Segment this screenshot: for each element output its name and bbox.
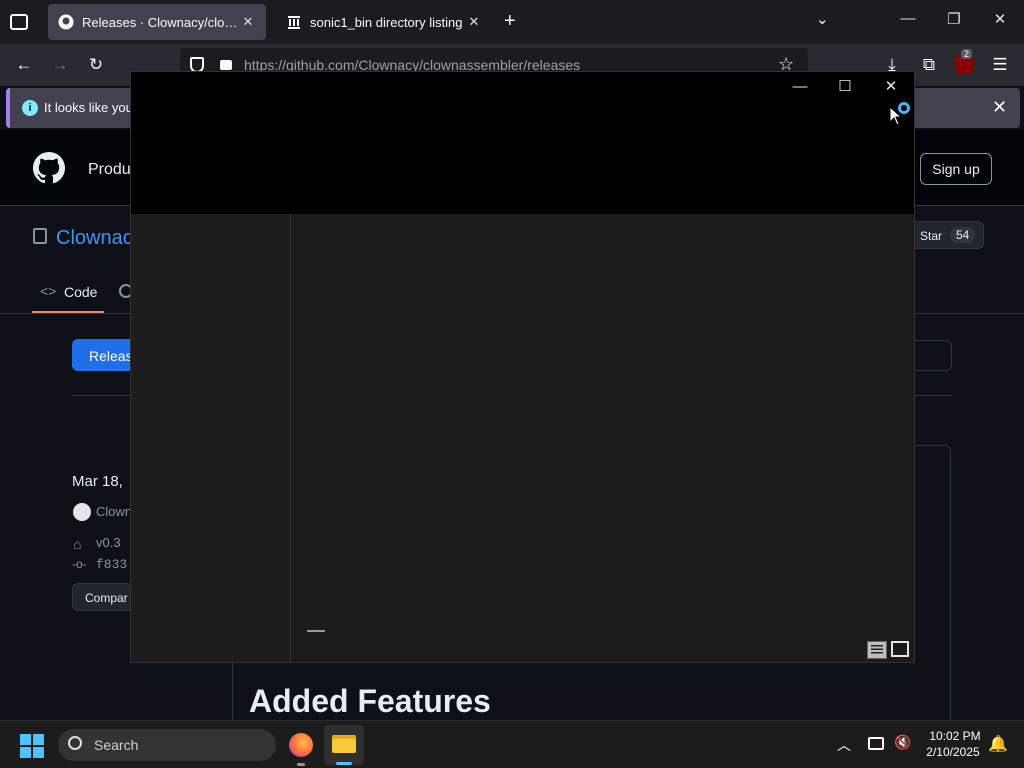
- reload-icon[interactable]: ↻: [84, 54, 108, 76]
- taskbar: Search ︿ 🔇 10:02 PM 2/10/2025 🔔: [0, 720, 1024, 768]
- firefox-running-indicator: [297, 763, 305, 766]
- overlay-scroll-indicator[interactable]: [307, 630, 325, 632]
- file-explorer-icon[interactable]: [324, 725, 364, 765]
- notification-text: It looks like you h: [44, 100, 144, 115]
- release-tag[interactable]: v0.3: [96, 535, 121, 550]
- notification-bell-icon[interactable]: 🔔: [988, 734, 1008, 754]
- overlay-maximize-button[interactable]: ☐: [830, 78, 860, 96]
- star-count: 54: [950, 227, 976, 243]
- star-button[interactable]: Star 54: [905, 221, 984, 249]
- menu-icon[interactable]: ☰: [988, 54, 1012, 76]
- tab-releases-label: Releases · Clownacy/clownassembler: [82, 14, 240, 30]
- preview-view-icon[interactable]: [891, 641, 909, 657]
- code-icon: <>: [40, 283, 57, 299]
- volume-muted-icon[interactable]: 🔇: [894, 734, 911, 751]
- sign-up-button[interactable]: Sign up: [920, 153, 992, 185]
- tray-chevron-up-icon[interactable]: ︿: [837, 735, 851, 755]
- commit-icon: -o-: [72, 557, 87, 571]
- overlay-close-button[interactable]: ✕: [876, 78, 906, 96]
- github-icon: [58, 14, 74, 30]
- repo-icon: [33, 228, 47, 244]
- github-logo-icon[interactable]: [33, 152, 66, 184]
- ublock-extension-icon[interactable]: 2: [955, 49, 973, 73]
- compare-button[interactable]: Compar: [72, 583, 134, 611]
- mouse-cursor-icon: [889, 106, 901, 126]
- tab-directory-label: sonic1_bin directory listing: [310, 14, 463, 30]
- release-date: Mar 18,: [72, 473, 123, 490]
- overlay-minimize-button[interactable]: —: [785, 78, 815, 96]
- maximize-icon[interactable]: ❐: [942, 10, 966, 28]
- forward-icon[interactable]: →: [48, 54, 72, 76]
- tab-directory-listing[interactable]: sonic1_bin directory listing ✕: [276, 4, 492, 40]
- folder-icon: [332, 735, 356, 753]
- browser-tab-bar: Releases · Clownacy/clownassembler ✕ son…: [0, 0, 1024, 44]
- lock-icon[interactable]: [220, 60, 232, 70]
- sign-up-label: Sign up: [932, 161, 980, 177]
- tab-releases[interactable]: Releases · Clownacy/clownassembler ✕: [48, 4, 266, 40]
- close-tab-icon[interactable]: ✕: [466, 14, 482, 30]
- avatar: [73, 503, 91, 521]
- minimize-icon[interactable]: —: [896, 10, 920, 27]
- clock-date[interactable]: 2/10/2025: [918, 745, 988, 759]
- tab-code[interactable]: Code: [64, 284, 97, 300]
- overlay-sidebar: [131, 214, 291, 662]
- repo-name-link[interactable]: Clownac: [56, 227, 133, 250]
- release-commit[interactable]: f833: [96, 557, 127, 572]
- release-author[interactable]: Clown: [96, 504, 132, 519]
- new-tab-icon[interactable]: +: [504, 10, 516, 33]
- star-label: Star: [920, 229, 943, 243]
- archive-icon: [286, 14, 302, 30]
- explorer-active-indicator: [336, 762, 352, 765]
- search-icon: [68, 736, 82, 750]
- close-tab-icon[interactable]: ✕: [240, 14, 256, 30]
- tag-icon: ⌂: [73, 536, 82, 552]
- info-icon: i: [22, 100, 38, 116]
- list-tabs-chevron-icon[interactable]: ⌄: [816, 10, 829, 28]
- start-windows-icon[interactable]: [20, 734, 44, 758]
- release-heading: Added Features: [249, 683, 491, 719]
- extension-badge: 2: [961, 49, 973, 59]
- network-icon[interactable]: [868, 737, 884, 750]
- taskbar-search-box[interactable]: Search: [58, 729, 276, 761]
- back-icon[interactable]: ←: [12, 54, 36, 76]
- compare-label: Compar: [85, 591, 128, 605]
- overlay-main-pane: [291, 214, 914, 662]
- details-view-icon[interactable]: [867, 641, 887, 659]
- taskbar-search-label: Search: [94, 737, 139, 753]
- overlay-window[interactable]: — ☐ ✕: [130, 71, 915, 663]
- clock-time[interactable]: 10:02 PM: [920, 729, 990, 743]
- nav-product[interactable]: Produ: [88, 161, 131, 179]
- close-window-icon[interactable]: ✕: [988, 10, 1012, 28]
- firefox-icon[interactable]: [289, 733, 313, 757]
- extensions-icon[interactable]: ⧉: [917, 54, 941, 76]
- tab-code-underline: [32, 311, 104, 313]
- tab-overview-icon[interactable]: [10, 14, 28, 30]
- close-notification-icon[interactable]: ✕: [992, 97, 1007, 118]
- overlay-title-area[interactable]: — ☐ ✕: [131, 72, 914, 214]
